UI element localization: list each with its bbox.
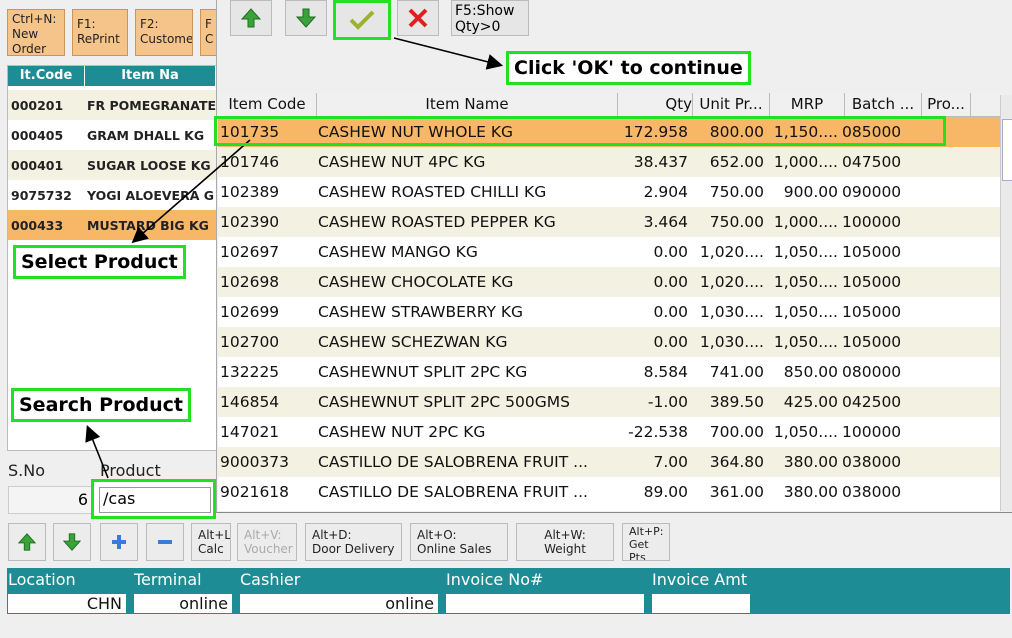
add-qty-button[interactable] — [100, 523, 138, 561]
location-value: CHN — [8, 594, 126, 613]
terminal-label: Terminal — [134, 570, 202, 589]
arrow-down-icon — [62, 533, 82, 551]
cashier-value: online — [240, 594, 438, 613]
get-points-button[interactable]: Alt+P: Get Pts — [622, 523, 670, 561]
row-down-button[interactable] — [53, 523, 91, 561]
cashier-label: Cashier — [240, 570, 301, 589]
voucher-button[interactable]: Alt+V: Voucher — [237, 523, 297, 561]
invoice-no-label: Invoice No# — [446, 570, 544, 589]
online-sales-button[interactable]: Alt+O: Online Sales — [410, 523, 508, 561]
arrow-to-select — [131, 139, 251, 244]
arrow-to-ok — [393, 37, 504, 70]
arrow-to-search — [85, 425, 109, 479]
calc-button[interactable]: Alt+L: Calc — [191, 523, 231, 561]
invoice-amt-value — [652, 594, 750, 613]
row-up-button[interactable] — [8, 523, 46, 561]
invoice-no-value — [446, 594, 644, 613]
arrow-up-icon — [17, 533, 37, 551]
minus-icon — [158, 540, 172, 544]
terminal-value: online — [134, 594, 232, 613]
weight-button[interactable]: Alt+W: Weight — [516, 523, 614, 561]
door-delivery-button[interactable]: Alt+D: Door Delivery — [305, 523, 402, 561]
invoice-amt-label: Invoice Amt — [652, 570, 748, 589]
remove-qty-button[interactable] — [146, 523, 184, 561]
plus-icon — [112, 535, 126, 549]
location-label: Location — [8, 570, 76, 589]
